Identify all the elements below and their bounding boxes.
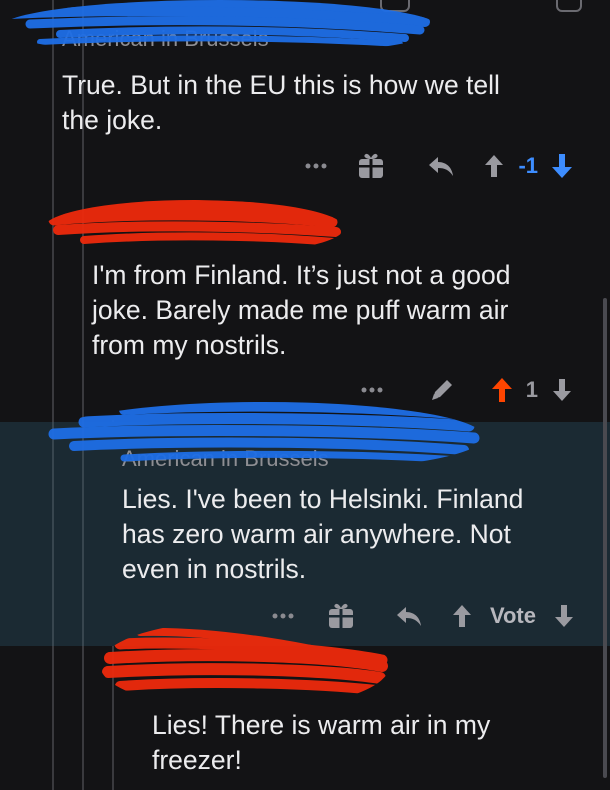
more-dots-icon[interactable] (344, 373, 400, 407)
comment-1: American in Brussels True. But in the EU… (0, 0, 610, 200)
comment-body: Lies! There is warm air in my freezer! (152, 708, 592, 778)
comment-text-line: joke. Barely made me puff warm air (92, 295, 509, 325)
comment-thread-screen: American in Brussels True. But in the EU… (0, 0, 610, 790)
reply-arrow-icon[interactable] (406, 149, 476, 183)
upvote-arrow-icon[interactable] (484, 373, 520, 407)
comment-body: I'm from Finland. It’s just not a good j… (92, 258, 572, 363)
scrollbar-thumb[interactable] (603, 298, 607, 778)
upvote-arrow-icon[interactable] (444, 599, 480, 633)
comment-text-line: Lies. I've been to Helsinki. Finland (122, 484, 524, 514)
reply-arrow-icon[interactable] (374, 599, 444, 633)
comment-actions: 1 (280, 373, 580, 407)
downvote-arrow-icon[interactable] (544, 373, 580, 407)
redaction-scribble-blue (0, 0, 435, 47)
thread-line-highlight-1 (52, 422, 54, 646)
comment-text-line: Lies! There is warm air in my (152, 710, 491, 740)
comment-body: Lies. I've been to Helsinki. Finland has… (122, 482, 592, 587)
comment-text-line: has zero warm air anywhere. Not (122, 519, 511, 549)
comment-text-line: from my nostrils. (92, 330, 287, 360)
downvote-arrow-icon[interactable] (544, 149, 580, 183)
comment-4: Lies! There is warm air in my freezer! (0, 627, 610, 790)
downvote-arrow-icon[interactable] (546, 599, 582, 633)
upvote-arrow-icon[interactable] (476, 149, 512, 183)
vote-count: 1 (525, 377, 538, 402)
comment-text-line: the joke. (62, 105, 163, 135)
comment-text-line: freezer! (152, 745, 242, 775)
more-dots-icon[interactable] (296, 149, 336, 183)
vote-count: -1 (518, 153, 538, 178)
comment-2: I'm from Finland. It’s just not a good j… (0, 200, 610, 422)
comment-actions: -1 (200, 149, 580, 183)
redaction-scribble-red (46, 200, 341, 246)
comment-text-line: I'm from Finland. It’s just not a good (92, 260, 511, 290)
comment-text-line: True. But in the EU this is how we tell (62, 70, 500, 100)
comment-body: True. But in the EU this is how we tell … (62, 68, 582, 138)
gift-icon[interactable] (336, 149, 406, 183)
vote-label[interactable]: Vote (490, 603, 536, 629)
comment-3: American in Brussels Lies. I've been to … (0, 402, 610, 646)
edit-pencil-icon[interactable] (400, 373, 484, 407)
redaction-scribble-red (102, 627, 388, 695)
redaction-scribble-blue (48, 402, 480, 464)
comment-text-line: even in nostrils. (122, 554, 307, 584)
